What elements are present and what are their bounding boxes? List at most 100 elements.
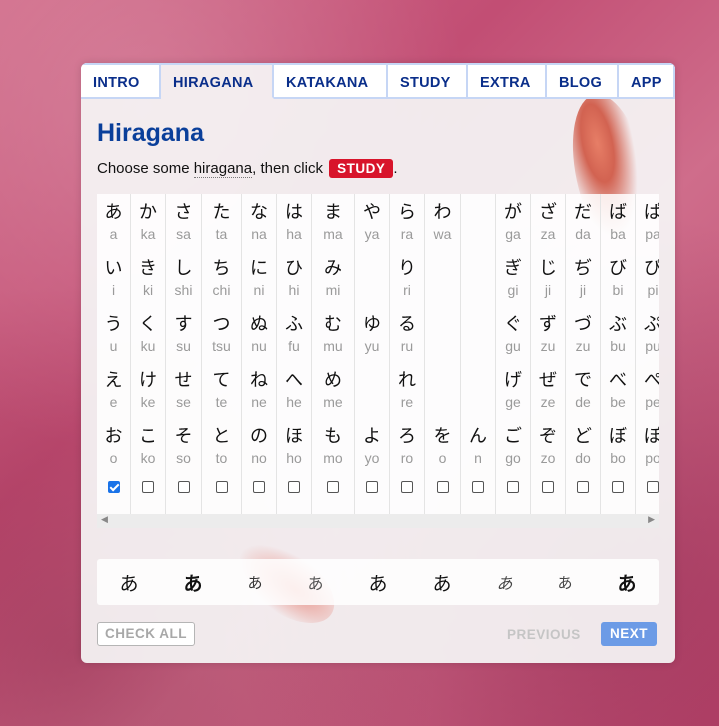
kana-character bbox=[461, 362, 495, 392]
kana-cell: べ be bbox=[601, 362, 635, 418]
kana-cell: め me bbox=[312, 362, 354, 418]
kana-cell: び bi bbox=[601, 250, 635, 306]
kana-romaji: ri bbox=[403, 282, 411, 298]
tab-blog[interactable]: BLOG bbox=[547, 63, 619, 99]
kana-character: づ bbox=[574, 314, 592, 335]
previous-button[interactable]: PREVIOUS bbox=[507, 627, 581, 642]
font-option-8[interactable]: あ bbox=[557, 572, 572, 593]
tab-study[interactable]: STUDY bbox=[388, 63, 468, 99]
column-checkbox[interactable] bbox=[253, 481, 265, 493]
font-option-9[interactable]: あ bbox=[617, 569, 636, 596]
tab-extra[interactable]: EXTRA bbox=[468, 63, 547, 99]
kana-character bbox=[355, 362, 389, 392]
kana-cell: げ ge bbox=[496, 362, 530, 418]
kana-character: ろ bbox=[398, 426, 416, 447]
kana-cell: れ re bbox=[390, 362, 424, 418]
kana-character: わ bbox=[433, 202, 452, 223]
kana-columns: あ a い i う u え e お o か ka き ki く ku け ke こ ko さ sa し shi す su せ se そ s… bbox=[97, 194, 659, 514]
kana-character: あ bbox=[104, 202, 123, 223]
kana-romaji bbox=[425, 392, 460, 412]
column-checkbox[interactable] bbox=[647, 481, 659, 493]
font-option-3[interactable]: あ bbox=[247, 572, 262, 593]
instruction-after: . bbox=[393, 160, 398, 177]
kana-cell: あa bbox=[97, 194, 130, 250]
kana-cell: ね ne bbox=[242, 362, 276, 418]
kana-romaji: o bbox=[438, 450, 447, 466]
column-checkbox[interactable] bbox=[472, 481, 484, 493]
column-checkbox[interactable] bbox=[612, 481, 624, 493]
kana-romaji: a bbox=[109, 226, 118, 242]
kana-cell bbox=[461, 250, 495, 306]
kana-cell: づ zu bbox=[566, 306, 600, 362]
kana-column: わ wa を o bbox=[425, 194, 461, 514]
column-checkbox[interactable] bbox=[177, 481, 190, 493]
kana-character: ぺ bbox=[644, 370, 659, 391]
kana-cell: いi bbox=[97, 250, 130, 306]
font-option-5[interactable]: あ bbox=[368, 569, 387, 596]
kana-character: を bbox=[433, 426, 452, 447]
kana-cell: な na bbox=[242, 194, 276, 250]
kana-character: れ bbox=[398, 370, 416, 391]
kana-cell: せ se bbox=[166, 362, 201, 418]
tab-intro[interactable]: INTRO bbox=[81, 63, 161, 99]
kana-romaji: ga bbox=[505, 226, 521, 242]
kana-character: で bbox=[574, 370, 592, 391]
font-option-6[interactable]: あ bbox=[432, 569, 451, 596]
study-button[interactable]: STUDY bbox=[329, 159, 394, 178]
kana-romaji: no bbox=[251, 450, 267, 466]
hiragana-term-link[interactable]: hiragana bbox=[193, 160, 253, 178]
kana-romaji: shi bbox=[174, 282, 193, 298]
column-checkbox[interactable] bbox=[366, 481, 378, 493]
kana-cell: ぴ pi bbox=[636, 250, 659, 306]
tab-katakana[interactable]: KATAKANA bbox=[274, 63, 388, 99]
kana-character: べ bbox=[609, 370, 627, 391]
check-all-button[interactable]: CHECK ALL bbox=[97, 622, 195, 646]
column-checkbox[interactable] bbox=[288, 481, 300, 493]
kana-character bbox=[355, 250, 389, 280]
kana-romaji: ho bbox=[286, 450, 302, 466]
column-checkbox[interactable] bbox=[542, 481, 554, 493]
font-option-1[interactable]: あ bbox=[119, 569, 138, 596]
column-checkbox[interactable] bbox=[577, 481, 589, 493]
kana-romaji: ha bbox=[286, 226, 302, 242]
scroll-right-icon[interactable]: ▶ bbox=[648, 515, 655, 525]
kana-romaji: do bbox=[575, 450, 591, 466]
kana-character: ん bbox=[469, 426, 487, 447]
kana-column: や ya ゆ yu よ yo bbox=[355, 194, 390, 514]
column-checkbox[interactable] bbox=[436, 481, 449, 493]
column-checkbox[interactable] bbox=[507, 481, 519, 493]
instruction-middle: , then click bbox=[252, 160, 328, 177]
kana-character: て bbox=[212, 370, 231, 391]
font-option-2[interactable]: あ bbox=[183, 569, 202, 596]
kana-column: た ta ち chi つ tsu て te と to bbox=[202, 194, 242, 514]
kana-character bbox=[425, 250, 460, 280]
column-checkbox[interactable] bbox=[401, 481, 413, 493]
kana-romaji bbox=[355, 280, 389, 300]
font-option-7[interactable]: あ bbox=[496, 570, 512, 594]
kana-cell: ろ ro bbox=[390, 418, 424, 474]
kana-character: る bbox=[398, 314, 416, 335]
kana-character: ご bbox=[504, 426, 522, 447]
kana-character: ぎ bbox=[504, 258, 522, 279]
kana-romaji: fu bbox=[288, 338, 300, 354]
font-option-4[interactable]: あ bbox=[307, 570, 323, 594]
horizontal-scrollbar[interactable]: ◀ ▶ bbox=[97, 514, 659, 528]
kana-cell: ぬ nu bbox=[242, 306, 276, 362]
kana-romaji: ra bbox=[400, 226, 414, 242]
kana-character: し bbox=[174, 258, 193, 279]
column-checkbox[interactable] bbox=[215, 481, 228, 493]
kana-character: な bbox=[250, 202, 268, 223]
kana-romaji: ji bbox=[544, 282, 552, 298]
kana-cell: ち chi bbox=[202, 250, 241, 306]
scroll-left-icon[interactable]: ◀ bbox=[101, 515, 108, 525]
kana-column: ま ma み mi む mu め me も mo bbox=[312, 194, 355, 514]
tab-hiragana[interactable]: HIRAGANA bbox=[161, 63, 274, 99]
kana-character: う bbox=[104, 314, 123, 335]
column-checkbox[interactable] bbox=[107, 481, 120, 493]
kana-column: ざ za じ ji ず zu ぜ ze ぞ zo bbox=[531, 194, 566, 514]
tab-app[interactable]: APP bbox=[619, 63, 675, 99]
column-checkbox[interactable] bbox=[142, 481, 154, 493]
kana-cell: ぷ pu bbox=[636, 306, 659, 362]
column-checkbox[interactable] bbox=[327, 481, 339, 493]
next-button[interactable]: NEXT bbox=[601, 622, 658, 646]
